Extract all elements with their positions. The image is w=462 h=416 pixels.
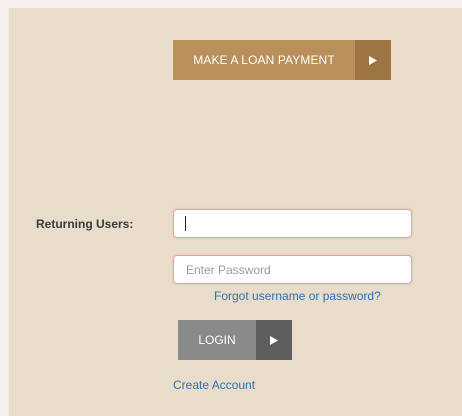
create-account-link[interactable]: Create Account <box>173 378 255 392</box>
login-label[interactable]: LOGIN <box>178 320 256 360</box>
password-input[interactable] <box>173 255 412 284</box>
username-input[interactable] <box>173 209 412 238</box>
make-loan-payment-label[interactable]: MAKE A LOAN PAYMENT <box>173 40 355 80</box>
forgot-credentials-link[interactable]: Forgot username or password? <box>214 289 381 303</box>
login-button[interactable]: LOGIN <box>178 320 292 360</box>
make-loan-payment-button[interactable]: MAKE A LOAN PAYMENT <box>173 40 391 80</box>
text-cursor <box>185 216 186 231</box>
returning-users-label: Returning Users: <box>36 217 134 231</box>
play-triangle-icon[interactable] <box>355 40 391 80</box>
play-triangle-icon[interactable] <box>256 320 292 360</box>
